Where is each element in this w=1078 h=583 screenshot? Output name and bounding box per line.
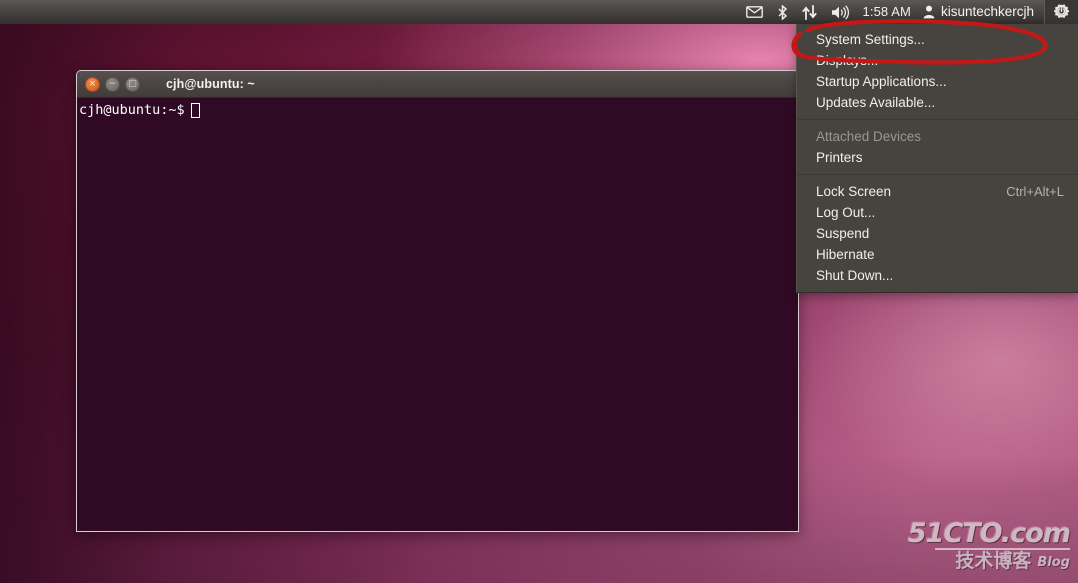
close-button[interactable]: ×	[85, 76, 100, 92]
menu-item-printers[interactable]: Printers	[797, 147, 1078, 168]
panel-clock[interactable]: 1:58 AM	[857, 0, 921, 24]
panel-username: kisuntechkercjh	[940, 4, 1034, 19]
menu-item-suspend[interactable]: Suspend	[797, 223, 1078, 244]
menu-item-label: Lock Screen	[816, 184, 892, 199]
volume-icon[interactable]	[824, 0, 857, 24]
menu-item-system-settings[interactable]: System Settings...	[797, 29, 1078, 50]
session-gear-power-icon[interactable]	[1044, 0, 1078, 24]
menu-item-label: Attached Devices	[816, 129, 922, 144]
menu-group-devices: Attached Devices Printers	[797, 126, 1078, 168]
minimize-button[interactable]: −	[105, 76, 120, 92]
menu-group-session: Lock Screen Ctrl+Alt+L Log Out... Suspen…	[797, 181, 1078, 286]
bluetooth-icon[interactable]	[770, 0, 795, 24]
panel-indicator-group: 1:58 AM kisuntechkercjh	[739, 0, 1078, 24]
menu-item-label: Hibernate	[816, 247, 875, 262]
menu-group-system: System Settings... Displays... Startup A…	[797, 29, 1078, 113]
messaging-icon[interactable]	[739, 0, 770, 24]
maximize-button[interactable]: □	[125, 76, 140, 92]
menu-item-lock-screen[interactable]: Lock Screen Ctrl+Alt+L	[797, 181, 1078, 202]
menu-item-hibernate[interactable]: Hibernate	[797, 244, 1078, 265]
terminal-title: cjh@ubuntu: ~	[166, 77, 255, 91]
menu-separator	[797, 174, 1078, 175]
menu-item-label: Updates Available...	[816, 95, 936, 110]
session-indicator-menu[interactable]: System Settings... Displays... Startup A…	[796, 24, 1078, 293]
user-icon	[923, 5, 935, 19]
menu-item-label: System Settings...	[816, 32, 925, 47]
terminal-titlebar[interactable]: × − □ cjh@ubuntu: ~	[77, 71, 798, 98]
menu-item-label: Printers	[816, 150, 863, 165]
menu-separator	[797, 119, 1078, 120]
terminal-body[interactable]: cjh@ubuntu:~$	[77, 98, 798, 531]
menu-item-label: Startup Applications...	[816, 74, 947, 89]
menu-item-shut-down[interactable]: Shut Down...	[797, 265, 1078, 286]
menu-item-label: Log Out...	[816, 205, 876, 220]
menu-item-displays[interactable]: Displays...	[797, 50, 1078, 71]
menu-item-attached-devices: Attached Devices	[797, 126, 1078, 147]
menu-item-label: Shut Down...	[816, 268, 894, 283]
menu-item-updates-available[interactable]: Updates Available...	[797, 92, 1078, 113]
terminal-prompt: cjh@ubuntu:~$	[79, 102, 185, 118]
menu-item-accel: Ctrl+Alt+L	[1006, 184, 1064, 199]
terminal-cursor	[190, 103, 200, 118]
menu-item-log-out[interactable]: Log Out...	[797, 202, 1078, 223]
menu-item-label: Suspend	[816, 226, 870, 241]
desktop-screen: 1:58 AM kisuntechkercjh × − □ cjh@ubuntu…	[0, 0, 1078, 583]
terminal-window[interactable]: × − □ cjh@ubuntu: ~ cjh@ubuntu:~$	[76, 70, 799, 532]
window-controls: × − □	[85, 76, 140, 92]
menu-item-startup-applications[interactable]: Startup Applications...	[797, 71, 1078, 92]
terminal-prompt-line: cjh@ubuntu:~$	[79, 102, 798, 119]
panel-user-menu[interactable]: kisuntechkercjh	[921, 0, 1044, 24]
network-icon[interactable]	[795, 0, 824, 24]
menu-item-label: Displays...	[816, 53, 879, 68]
top-panel: 1:58 AM kisuntechkercjh	[0, 0, 1078, 24]
